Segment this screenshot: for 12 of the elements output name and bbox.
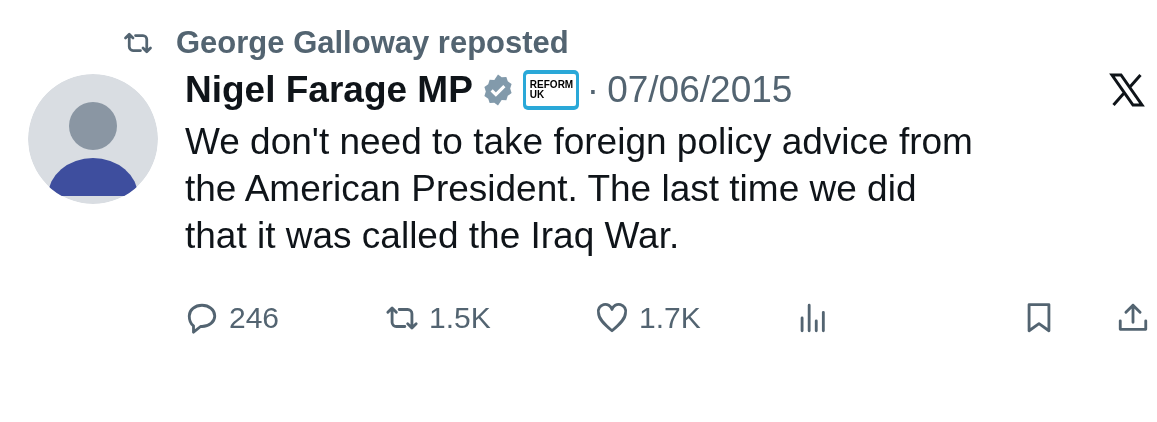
heart-icon	[595, 300, 629, 335]
like-button[interactable]: 1.7K	[595, 295, 795, 340]
repost-button[interactable]: 1.5K	[385, 295, 595, 340]
reply-button[interactable]: 246	[185, 295, 385, 340]
avatar-icon[interactable]	[28, 74, 158, 204]
post-text-line: that it was called the Iraq War.	[185, 214, 681, 258]
post-text-line: the American President. The last time we did	[185, 167, 918, 211]
post-text-line: We don't need to take foreign policy advice from	[185, 120, 974, 164]
logo-icon[interactable]	[1108, 72, 1146, 108]
separator-dot: ·	[586, 68, 600, 113]
affiliation-badge[interactable]: REFORM UK	[522, 70, 579, 110]
post-date[interactable]: 07/06/2015	[607, 62, 793, 118]
